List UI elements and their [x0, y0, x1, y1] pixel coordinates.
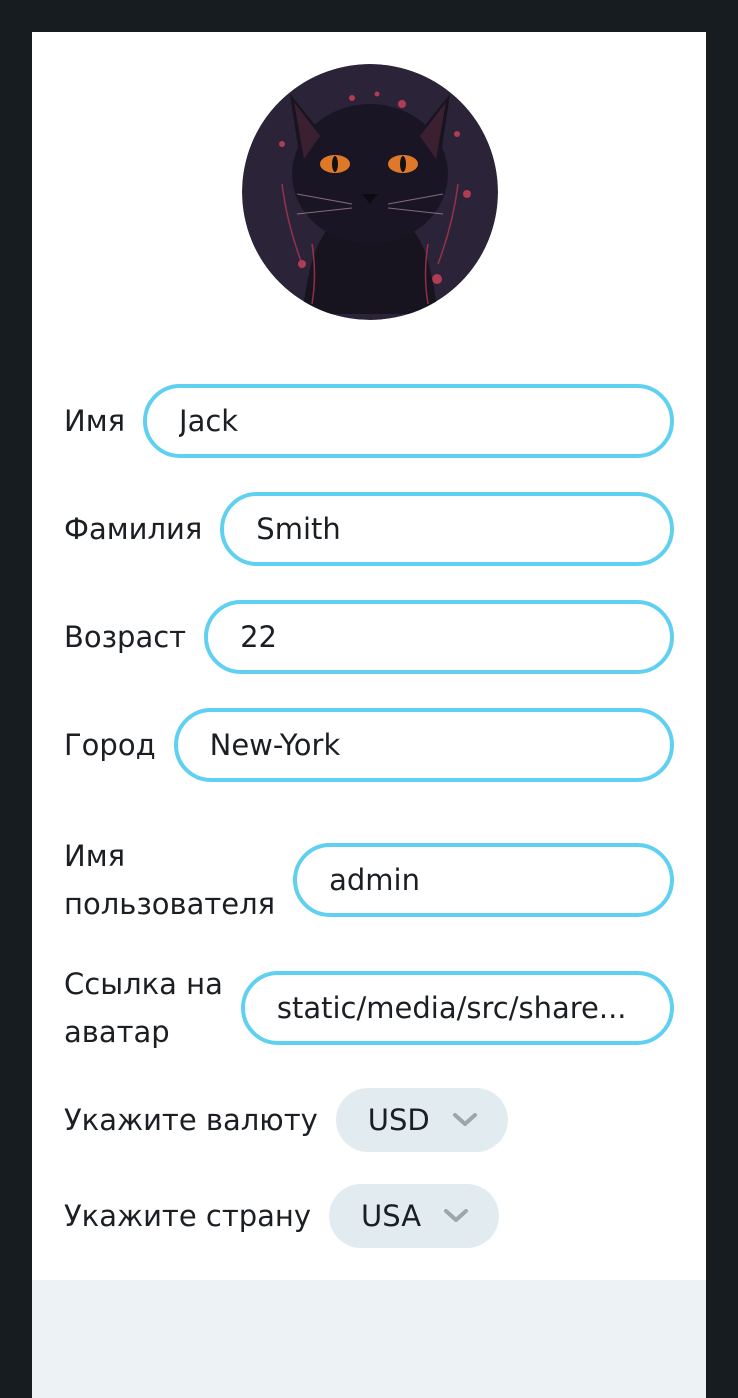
- age-label: Возраст: [64, 620, 187, 654]
- age-input[interactable]: 22: [204, 600, 674, 674]
- country-label: Укажите страну: [64, 1199, 312, 1233]
- currency-row: Укажите валюту USD: [64, 1088, 674, 1152]
- username-input[interactable]: admin: [293, 843, 674, 917]
- chevron-down-icon: [452, 1112, 478, 1128]
- username-label-line1: Имя: [64, 839, 126, 873]
- last-name-value: Smith: [256, 512, 341, 546]
- country-row: Укажите страну USA: [64, 1184, 674, 1248]
- cat-avatar-image: [242, 64, 498, 320]
- avatar-link-label-line1: Ссылка на: [64, 967, 223, 1001]
- currency-select[interactable]: USD: [335, 1088, 508, 1152]
- first-name-row: Имя Jack: [64, 384, 674, 458]
- city-value: New-York: [209, 728, 341, 762]
- currency-value: USD: [367, 1103, 430, 1137]
- age-value: 22: [240, 620, 277, 654]
- country-select[interactable]: USA: [329, 1184, 500, 1248]
- avatar-link-label: Ссылка на аватар: [64, 960, 223, 1056]
- avatar-link-label-line2: аватар: [64, 1015, 170, 1049]
- city-row: Город New-York: [64, 708, 674, 782]
- page-footer-area: [32, 1280, 706, 1398]
- age-row: Возраст 22: [64, 600, 674, 674]
- country-value: USA: [361, 1199, 422, 1233]
- first-name-label: Имя: [64, 404, 126, 438]
- avatar-link-input[interactable]: static/media/src/share...: [240, 971, 674, 1045]
- username-row: Имя пользователя admin: [64, 832, 674, 928]
- last-name-input[interactable]: Smith: [220, 492, 674, 566]
- avatar: [242, 64, 498, 320]
- chevron-down-icon: [443, 1208, 469, 1224]
- first-name-input[interactable]: Jack: [143, 384, 674, 458]
- profile-card: Имя Jack Фамилия Smith Возраст 22 Город …: [32, 32, 706, 1280]
- currency-label: Укажите валюту: [64, 1103, 318, 1137]
- avatar-link-row: Ссылка на аватар static/media/src/share.…: [64, 960, 674, 1056]
- username-label-line2: пользователя: [64, 887, 276, 921]
- username-label: Имя пользователя: [64, 832, 275, 928]
- city-label: Город: [64, 728, 156, 762]
- username-value: admin: [329, 863, 420, 897]
- last-name-label: Фамилия: [64, 512, 203, 546]
- avatar-link-value: static/media/src/share...: [276, 991, 627, 1025]
- city-input[interactable]: New-York: [173, 708, 674, 782]
- last-name-row: Фамилия Smith: [64, 492, 674, 566]
- first-name-value: Jack: [179, 404, 239, 438]
